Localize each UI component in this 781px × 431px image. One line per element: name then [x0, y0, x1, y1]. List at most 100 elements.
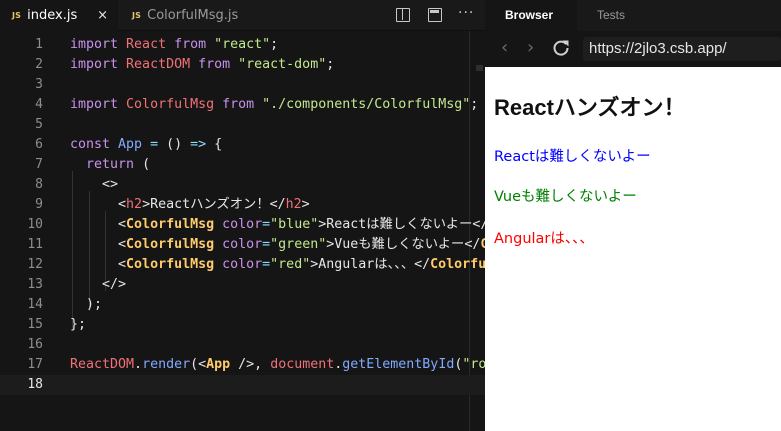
- js-file-icon: JS: [12, 11, 22, 20]
- code-token: import: [70, 57, 127, 72]
- line-number: 15: [27, 317, 43, 332]
- code-token: {: [214, 137, 223, 152]
- colorful-msg-blue: Reactは難しくないよー: [494, 149, 651, 165]
- line-content: import ColorfulMsg from "./components/Co…: [70, 95, 478, 115]
- preview-tab-bar: Browser Tests: [485, 0, 781, 31]
- rendered-page: Reactハンズオン！ Reactは難しくないよー Vueも難しくないよー An…: [485, 67, 781, 431]
- code-token: "red": [270, 257, 311, 272]
- code-token: ReactDOM: [70, 357, 135, 372]
- code-token: from: [198, 57, 239, 72]
- code-token: "blue": [270, 217, 319, 232]
- code-token: (: [142, 157, 151, 172]
- code-token: <: [70, 217, 127, 232]
- forward-arrow-icon[interactable]: ›: [527, 39, 534, 57]
- code-area[interactable]: 1 import React from "react"; 2 import React…: [0, 31, 485, 431]
- line-number: 8: [35, 177, 43, 192]
- code-token: return: [86, 157, 143, 172]
- code-line[interactable]: 13 </>: [0, 275, 485, 295]
- code-token: =: [262, 237, 271, 252]
- line-content: </>: [70, 275, 126, 295]
- tab-label: ColorfulMsg.js: [147, 8, 239, 23]
- code-token: document: [270, 357, 335, 372]
- code-line[interactable]: 16: [0, 335, 485, 355]
- line-content: <>: [70, 175, 118, 195]
- line-number: 18: [27, 377, 43, 392]
- code-token: >Vueも難しくないよー</: [326, 237, 481, 252]
- code-token: >Angularは、、、</: [310, 257, 431, 272]
- code-line[interactable]: 17 ReactDOM.render(<App />, document.getE…: [0, 355, 485, 375]
- reload-icon[interactable]: [551, 38, 571, 58]
- tab-colorfulmsg-js[interactable]: JS ColorfulMsg.js: [118, 0, 238, 31]
- code-line[interactable]: 8 <>: [0, 175, 485, 195]
- browser-navbar: ‹ › https://2jlo3.csb.app/: [485, 31, 781, 67]
- tab-index-js[interactable]: JS index.js ×: [0, 0, 118, 31]
- line-number: 11: [27, 237, 43, 252]
- code-token: h2: [126, 197, 143, 212]
- tab-label: index.js: [27, 8, 78, 23]
- page-heading: Reactハンズオン！: [494, 95, 686, 120]
- code-token: "./components/ColorfulMsg": [262, 97, 471, 112]
- code-token: "root": [462, 357, 485, 372]
- code-token: ColorfulMsg: [126, 257, 223, 272]
- code-token: </>: [70, 277, 127, 292]
- line-content: <ColorfulMsg color="blue">Reactは難しくないよー<…: [70, 215, 485, 235]
- code-line[interactable]: 5: [0, 115, 485, 135]
- code-token: React: [126, 37, 175, 52]
- code-token: ;: [270, 37, 279, 52]
- tab-tests[interactable]: Tests: [597, 0, 625, 31]
- code-token: h2: [285, 197, 302, 212]
- code-line[interactable]: 1 import React from "react";: [0, 35, 485, 55]
- line-number: 5: [35, 117, 43, 132]
- line-content: const App = () => {: [70, 135, 222, 155]
- line-content: return (: [70, 155, 150, 175]
- code-line[interactable]: 2 import ReactDOM from "react-dom";: [0, 55, 485, 75]
- line-content: ReactDOM.render(<App />, document.getEle…: [70, 355, 485, 375]
- line-number: 12: [27, 257, 43, 272]
- code-editor[interactable]: JS index.js × JS ColorfulMsg.js ··· 1 imp…: [0, 0, 485, 431]
- editor-tab-bar: JS index.js × JS ColorfulMsg.js ···: [0, 0, 485, 31]
- line-content: <ColorfulMsg color="red">Angularは、、、</Co…: [70, 255, 485, 275]
- code-token: color: [222, 217, 263, 232]
- split-editor-icon[interactable]: [396, 8, 410, 22]
- code-line[interactable]: 14 );: [0, 295, 485, 315]
- back-arrow-icon[interactable]: ‹: [501, 39, 508, 57]
- code-token: <: [70, 197, 127, 212]
- line-content: <ColorfulMsg color="green">Vueも難しくないよー</…: [70, 235, 485, 255]
- code-line[interactable]: 10 <ColorfulMsg color="blue">Reactは難しくない…: [0, 215, 485, 235]
- code-line[interactable]: 9 <h2>Reactハンズオン！</h2>: [0, 195, 485, 215]
- code-line[interactable]: 7 return (: [0, 155, 485, 175]
- more-actions-icon[interactable]: ···: [458, 6, 476, 20]
- line-content: };: [70, 315, 86, 335]
- code-token: );: [70, 297, 103, 312]
- js-file-icon: JS: [132, 11, 142, 20]
- code-token: };: [70, 317, 87, 332]
- url-input[interactable]: https://2jlo3.csb.app/: [583, 37, 781, 61]
- line-number: 16: [27, 337, 43, 352]
- code-token: color: [222, 237, 263, 252]
- tab-browser[interactable]: Browser: [485, 0, 577, 31]
- line-content: import React from "react";: [70, 35, 278, 55]
- code-token: ;: [326, 57, 335, 72]
- code-token: import: [70, 37, 127, 52]
- code-token: ReactDOM: [126, 57, 199, 72]
- code-token: (<: [190, 357, 207, 372]
- close-icon[interactable]: ×: [97, 8, 108, 23]
- code-line[interactable]: 12 <ColorfulMsg color="red">Angularは、、、<…: [0, 255, 485, 275]
- line-number: 14: [27, 297, 43, 312]
- code-line[interactable]: 3: [0, 75, 485, 95]
- code-line[interactable]: 15};: [0, 315, 485, 335]
- code-token: =: [262, 217, 271, 232]
- code-token: =: [150, 137, 167, 152]
- colorful-msg-green: Vueも難しくないよー: [494, 189, 637, 205]
- line-number: 6: [35, 137, 43, 152]
- code-line[interactable]: 18: [0, 375, 485, 395]
- code-token: >: [301, 197, 310, 212]
- code-line[interactable]: 4 import ColorfulMsg from "./components/C…: [0, 95, 485, 115]
- code-token: >Reactは難しくないよー</: [318, 217, 485, 232]
- code-token: import: [70, 97, 127, 112]
- line-number: 7: [35, 157, 43, 172]
- code-line[interactable]: 11 <ColorfulMsg color="green">Vueも難しくないよ…: [0, 235, 485, 255]
- code-token: />,: [238, 357, 271, 372]
- open-preview-icon[interactable]: [428, 8, 442, 22]
- code-line[interactable]: 6 const App = () => {: [0, 135, 485, 155]
